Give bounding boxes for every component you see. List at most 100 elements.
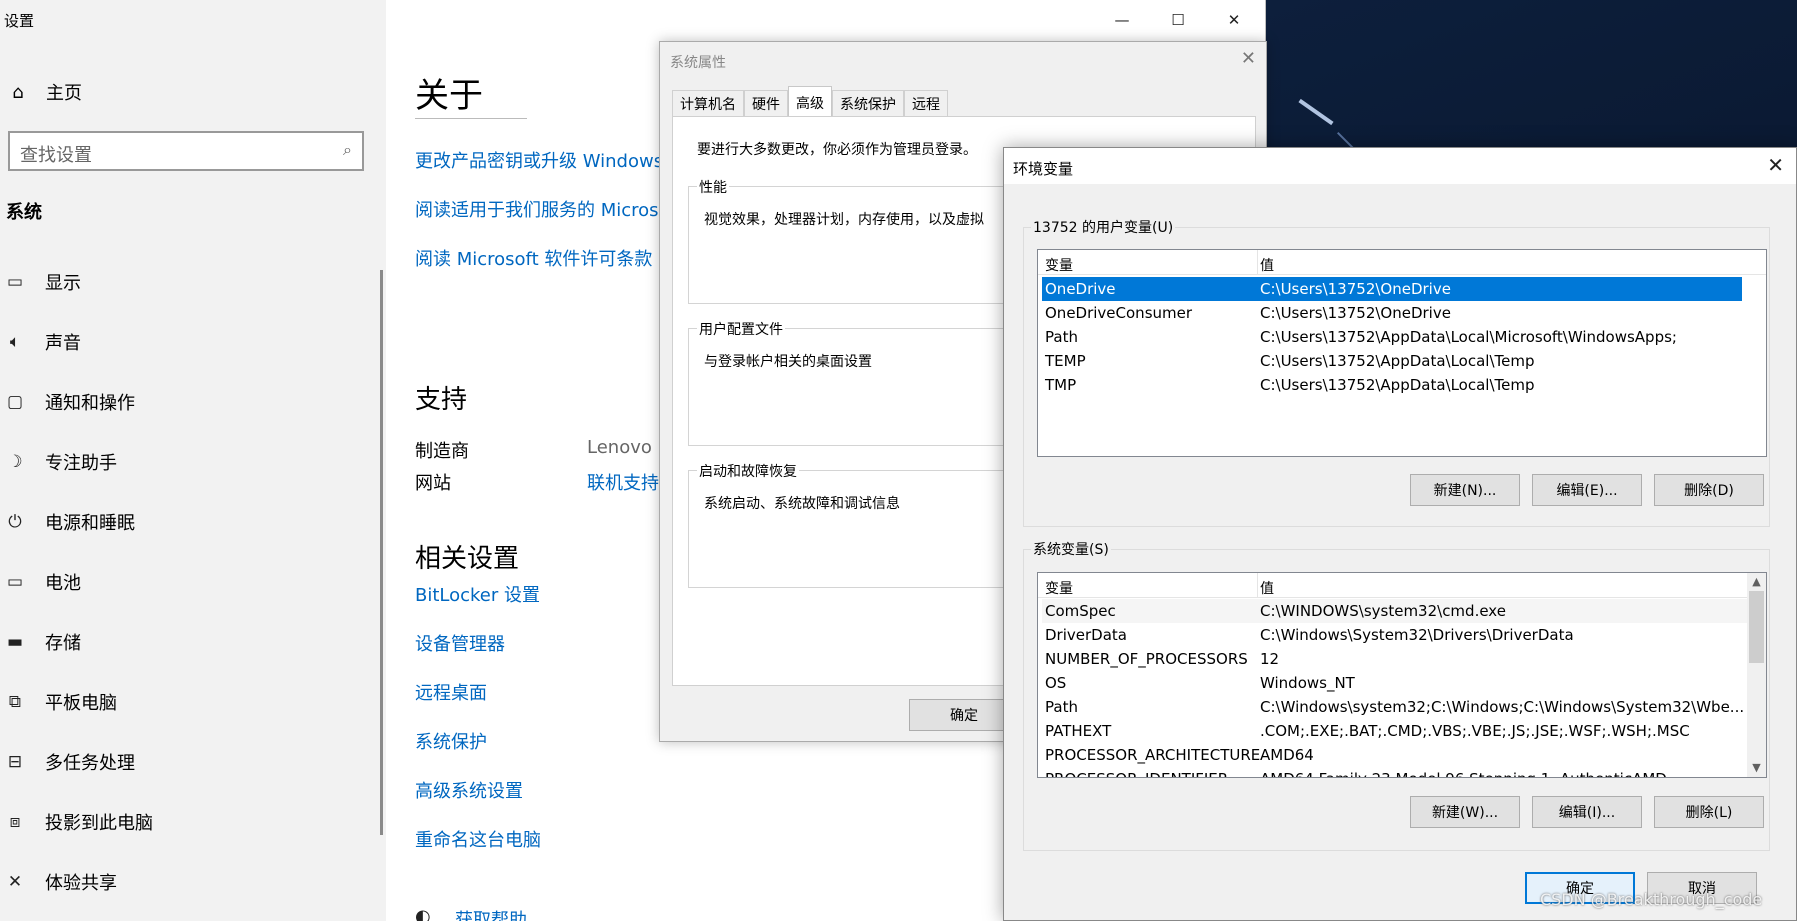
table-row[interactable]: ComSpec C:\WINDOWS\system32\cmd.exe <box>1042 599 1750 623</box>
scroll-up-icon[interactable]: ▲ <box>1747 573 1766 591</box>
tab-hardware[interactable]: 硬件 <box>744 90 788 116</box>
variable-name: OneDrive <box>1045 280 1116 298</box>
license-terms-link[interactable]: 阅读 Microsoft 软件许可条款 <box>415 245 652 271</box>
bitlocker-link[interactable]: BitLocker 设置 <box>415 581 540 607</box>
list-header: 变量 值 <box>1038 250 1766 275</box>
title-underline <box>415 118 527 119</box>
device-manager-link[interactable]: 设备管理器 <box>415 630 505 656</box>
share-icon: ✕ <box>7 872 23 892</box>
online-support-link[interactable]: 联机支持 <box>587 469 659 495</box>
variable-name: PATHEXT <box>1045 722 1112 740</box>
nav-item-battery[interactable]: ▭ 电池 <box>4 568 81 596</box>
variable-value: C:\Users\13752\OneDrive <box>1260 304 1451 322</box>
column-separator[interactable] <box>1257 573 1258 598</box>
manufacturer-value: Lenovo <box>587 437 652 458</box>
nav-item-projecting[interactable]: ⧈ 投影到此电脑 <box>4 808 153 836</box>
variable-name: DriverData <box>1045 626 1127 644</box>
close-button[interactable]: ✕ <box>1241 48 1256 69</box>
variable-name: ComSpec <box>1045 602 1116 620</box>
dialog-title-bar: 环境变量 ✕ <box>1004 148 1796 184</box>
power-icon: ⏻ <box>8 512 22 532</box>
help-icon: ◐ <box>415 906 431 921</box>
variable-value: C:\Users\13752\AppData\Local\Temp <box>1260 352 1535 370</box>
nav-section-title: 系统 <box>6 202 42 223</box>
nav-item-label: 投影到此电脑 <box>45 813 153 834</box>
moon-icon: ☽ <box>7 452 23 472</box>
user-delete-button[interactable]: 删除(D) <box>1654 474 1764 506</box>
variable-name: PROCESSOR_IDENTIFIER <box>1045 770 1228 777</box>
nav-item-label: 平板电脑 <box>45 693 117 714</box>
advanced-system-settings-link[interactable]: 高级系统设置 <box>415 777 523 803</box>
system-delete-button[interactable]: 删除(L) <box>1654 796 1764 828</box>
scrollbar-thumb[interactable] <box>1749 591 1764 663</box>
column-header-value[interactable]: 值 <box>1260 255 1274 275</box>
group-description: 与登录帐户相关的桌面设置 <box>704 354 872 370</box>
watermark: CSDN @Breakthrough_code <box>1540 890 1763 909</box>
tab-computer-name[interactable]: 计算机名 <box>672 90 744 116</box>
tab-system-protection[interactable]: 系统保护 <box>832 90 904 116</box>
get-help-link[interactable]: 获取帮助 <box>455 906 527 921</box>
environment-variables-dialog: 环境变量 ✕ 13752 的用户变量(U) 变量 值 OneDrive C:\U… <box>1003 147 1797 921</box>
group-title: 性能 <box>697 177 729 197</box>
variable-value: AMD64 <box>1260 746 1314 764</box>
nav-item-label: 声音 <box>45 333 81 354</box>
list-header: 变量 值 <box>1038 573 1766 598</box>
user-new-button[interactable]: 新建(N)... <box>1410 474 1520 506</box>
variable-value: AMD64 Family 23 Model 96 Stepping 1, Aut… <box>1260 770 1667 777</box>
monitor-icon: ▭ <box>6 272 24 292</box>
nav-item-multitasking[interactable]: ⊟ 多任务处理 <box>4 748 135 776</box>
nav-home[interactable]: ⌂ 主页 <box>6 80 82 105</box>
change-product-key-link[interactable]: 更改产品密钥或升级 Windows <box>415 147 663 173</box>
nav-item-storage[interactable]: ▬ 存储 <box>4 628 81 656</box>
system-new-button[interactable]: 新建(W)... <box>1410 796 1520 828</box>
sidebar-scrollbar[interactable] <box>380 270 383 835</box>
variable-name: OneDriveConsumer <box>1045 304 1193 322</box>
nav-item-label: 电池 <box>45 573 81 594</box>
user-edit-button[interactable]: 编辑(E)... <box>1532 474 1642 506</box>
dialog-title: 系统属性 <box>670 55 726 71</box>
variable-value: C:\WINDOWS\system32\cmd.exe <box>1260 602 1506 620</box>
system-edit-button[interactable]: 编辑(I)... <box>1532 796 1642 828</box>
variable-name: PROCESSOR_ARCHITECTURE <box>1045 746 1261 764</box>
nav-item-sound[interactable]: 🔈︎ 声音 <box>4 328 81 356</box>
user-variables-list[interactable]: 变量 值 OneDrive C:\Users\13752\OneDrive On… <box>1037 249 1767 457</box>
tab-advanced[interactable]: 高级 <box>788 86 832 116</box>
multitask-icon: ⊟ <box>7 752 23 772</box>
column-header-variable[interactable]: 变量 <box>1045 255 1073 275</box>
nav-item-shared-experiences[interactable]: ✕ 体验共享 <box>4 868 117 896</box>
page-title: 关于 <box>415 76 483 116</box>
system-protection-link[interactable]: 系统保护 <box>415 728 487 754</box>
nav-item-notifications[interactable]: ▢ 通知和操作 <box>4 388 135 416</box>
nav-item-tablet[interactable]: ⧉ 平板电脑 <box>4 688 117 716</box>
scroll-down-icon[interactable]: ▼ <box>1747 759 1766 777</box>
table-row[interactable]: OneDrive C:\Users\13752\OneDrive <box>1042 277 1742 301</box>
group-title: 启动和故障恢复 <box>697 461 799 481</box>
close-button[interactable]: ✕ <box>1767 153 1784 177</box>
variable-value: C:\Windows\system32;C:\Windows;C:\Window… <box>1260 698 1745 716</box>
column-header-value[interactable]: 值 <box>1260 578 1274 598</box>
system-list-scrollbar[interactable]: ▲ ▼ <box>1747 573 1766 777</box>
column-header-variable[interactable]: 变量 <box>1045 578 1073 598</box>
nav-item-focus-assist[interactable]: ☽ 专注助手 <box>4 448 117 476</box>
column-separator[interactable] <box>1257 250 1258 275</box>
speaker-icon: 🔈︎ <box>9 332 21 352</box>
tablet-icon: ⧉ <box>8 692 22 712</box>
website-label: 网站 <box>415 473 451 494</box>
system-variables-title: 系统变量(S) <box>1031 539 1111 559</box>
variable-value: Windows_NT <box>1260 674 1355 692</box>
services-agreement-link[interactable]: 阅读适用于我们服务的 Microsoft <box>415 196 683 222</box>
variable-value: .COM;.EXE;.BAT;.CMD;.VBS;.VBE;.JS;.JSE;.… <box>1260 722 1690 740</box>
nav-item-display[interactable]: ▭ 显示 <box>4 268 81 296</box>
remote-desktop-link[interactable]: 远程桌面 <box>415 679 487 705</box>
search-input[interactable]: 查找设置 ⌕ <box>8 131 364 171</box>
storage-icon: ▬ <box>6 632 24 652</box>
variable-name: Path <box>1045 328 1078 346</box>
system-variables-list[interactable]: 变量 值 ComSpec C:\WINDOWS\system32\cmd.exe… <box>1037 572 1767 778</box>
group-description: 系统启动、系统故障和调试信息 <box>704 496 900 512</box>
support-heading: 支持 <box>415 385 468 415</box>
project-icon: ⧈ <box>9 812 21 832</box>
rename-pc-link[interactable]: 重命名这台电脑 <box>415 826 541 852</box>
nav-item-power[interactable]: ⏻ 电源和睡眠 <box>4 508 135 536</box>
tab-remote[interactable]: 远程 <box>904 90 948 116</box>
related-settings-heading: 相关设置 <box>415 544 520 574</box>
